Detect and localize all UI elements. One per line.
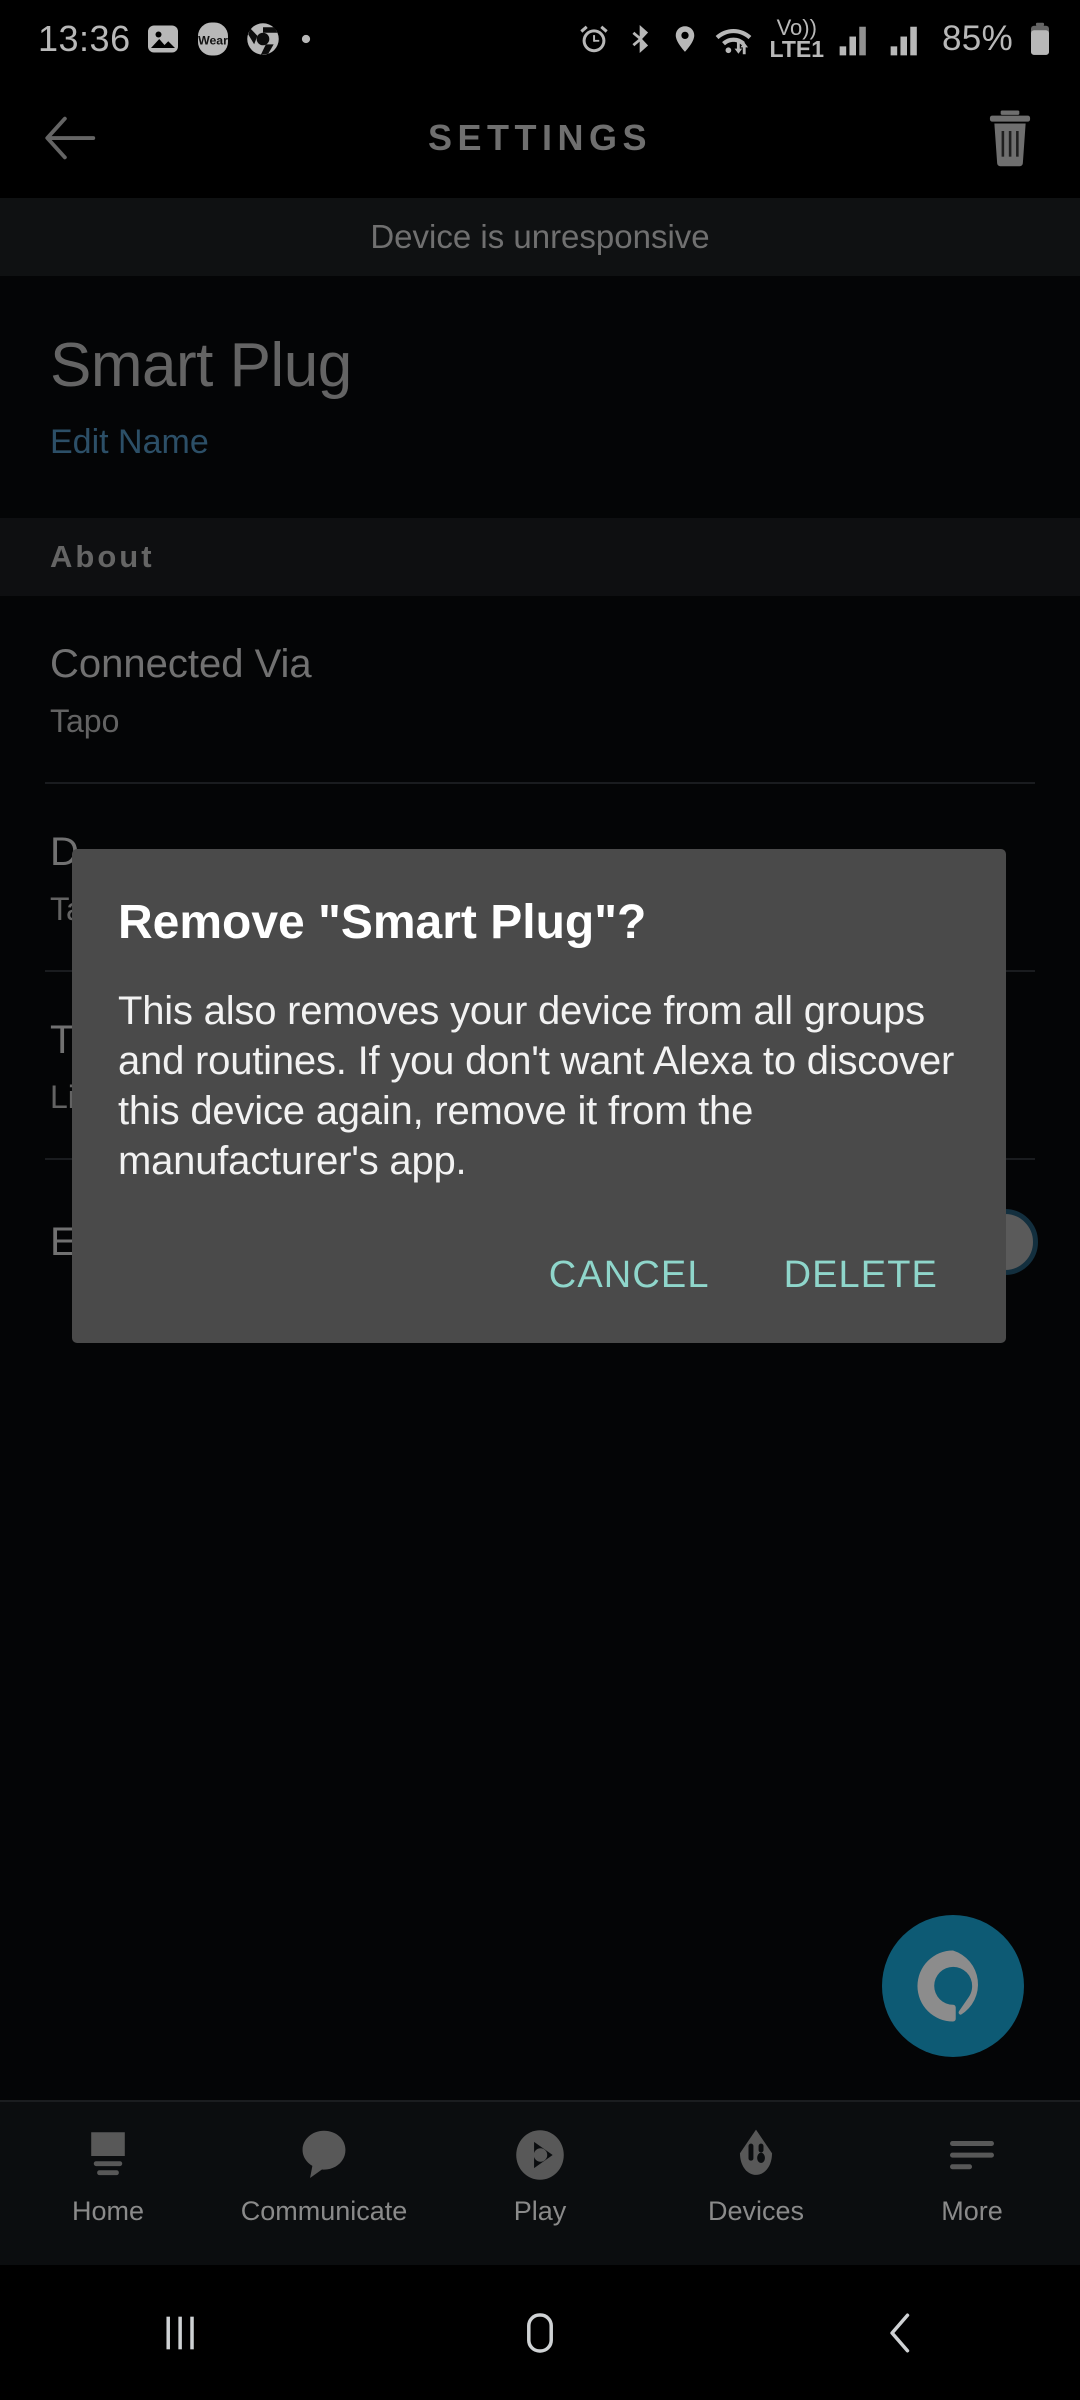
phone-screen: 13:36 Wear Vo)) LTE1 85% SETTINGS Device… <box>0 0 1080 2400</box>
home-square-icon <box>527 2312 553 2353</box>
alexa-ring-icon <box>917 1950 979 2022</box>
nav-item-home[interactable]: Home <box>0 2102 216 2227</box>
nav-label: Play <box>513 2196 567 2226</box>
bottom-navigation: Home Communicate Play Devices More <box>0 2100 1080 2265</box>
home-icon <box>77 2124 139 2186</box>
alexa-button[interactable] <box>882 1915 1024 2057</box>
nav-item-more[interactable]: More <box>864 2102 1080 2227</box>
dialog-message: This also removes your device from all g… <box>118 989 955 1184</box>
nav-label: Home <box>71 2196 145 2226</box>
home-button[interactable] <box>360 2305 720 2361</box>
recents-button[interactable] <box>0 2305 360 2361</box>
nav-item-devices[interactable]: Devices <box>648 2102 864 2227</box>
nav-label: More <box>941 2196 1003 2226</box>
delete-button[interactable]: DELETE <box>756 1230 966 1323</box>
cancel-button[interactable]: CANCEL <box>521 1230 738 1323</box>
system-navigation-bar <box>0 2265 1080 2400</box>
dialog-actions: CANCEL DELETE <box>112 1230 966 1323</box>
nav-item-communicate[interactable]: Communicate <box>216 2102 432 2227</box>
back-chevron-icon <box>890 2313 910 2352</box>
back-button-system[interactable] <box>720 2305 1080 2361</box>
nav-label: Devices <box>707 2196 805 2226</box>
recents-icon <box>166 2316 194 2349</box>
nav-label: Communicate <box>240 2196 408 2226</box>
dialog-title: Remove "Smart Plug"? <box>118 896 647 949</box>
nav-item-play[interactable]: Play <box>432 2102 648 2227</box>
chat-bubble-icon <box>293 2124 355 2186</box>
devices-icon <box>725 2124 787 2186</box>
remove-device-dialog: Remove "Smart Plug"? This also removes y… <box>72 849 1006 1344</box>
menu-lines-icon <box>941 2124 1003 2186</box>
play-circle-icon <box>509 2124 571 2186</box>
